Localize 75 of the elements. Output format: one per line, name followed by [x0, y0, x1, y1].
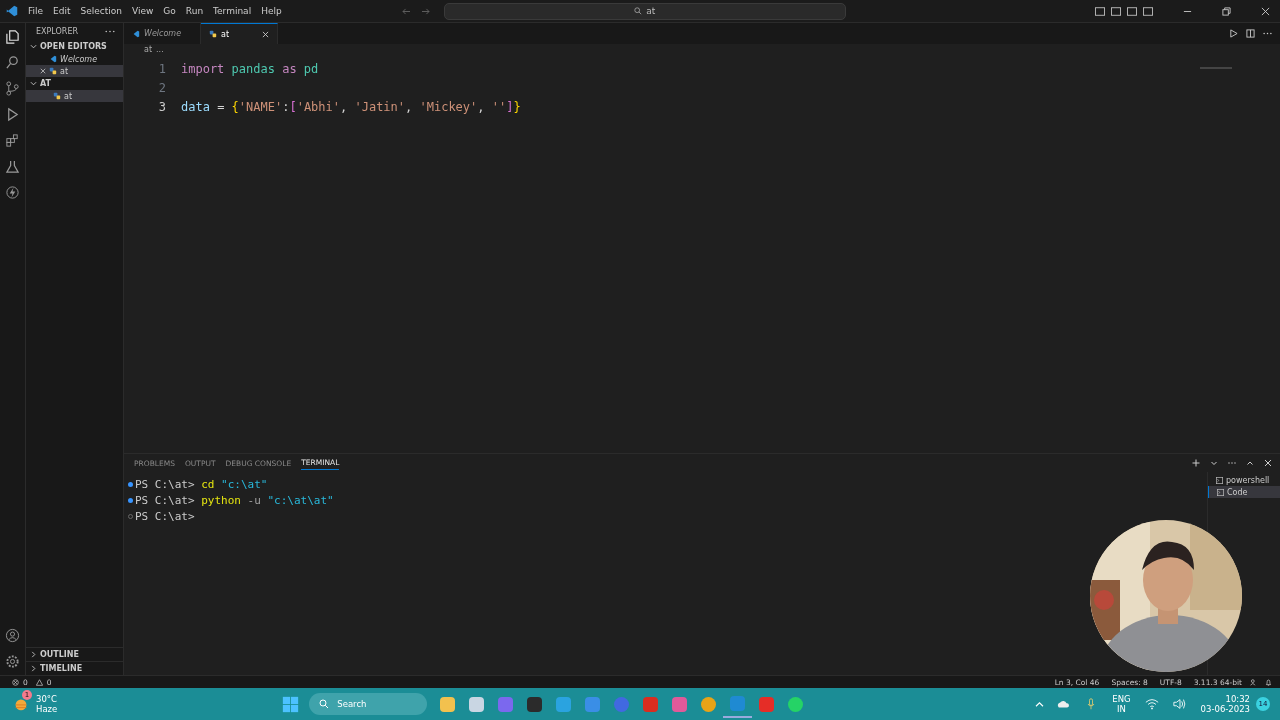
terminal-line: PS C:\at> python -u "c:\at\at": [135, 493, 334, 507]
search-icon: [634, 7, 643, 15]
wifi-icon[interactable]: [1144, 698, 1159, 710]
run-icon[interactable]: [1229, 29, 1238, 38]
search-icon[interactable]: [5, 55, 20, 70]
code-line: import pandas as pd: [181, 61, 319, 76]
explorer-title: EXPLORER: [36, 27, 78, 36]
section-header[interactable]: AT: [26, 77, 123, 90]
close-icon[interactable]: [1261, 6, 1270, 16]
temperature: 30°C: [36, 694, 58, 704]
section-title: OPEN EDITORS: [40, 42, 107, 51]
split-editor-icon[interactable]: [1246, 29, 1255, 38]
explorer-entry[interactable]: at: [26, 65, 123, 77]
breadcrumb-item[interactable]: ...: [156, 45, 164, 54]
line-number: 3: [157, 99, 166, 114]
close-icon[interactable]: [1264, 459, 1272, 467]
menu-item[interactable]: File: [28, 6, 44, 16]
terminal-list-item[interactable]: Code: [1208, 486, 1280, 498]
terminal-icon: [1216, 476, 1223, 484]
line-number: 2: [157, 80, 166, 95]
person-icon[interactable]: [1250, 678, 1257, 686]
error-icon[interactable]: [12, 678, 19, 686]
app-logo-icon: [6, 5, 18, 17]
section-title: AT: [40, 79, 52, 88]
clock[interactable]: 10:32 03-06-2023: [1200, 694, 1250, 714]
terminal-icon: [1217, 488, 1224, 496]
account-icon[interactable]: [5, 628, 20, 643]
explorer-entry[interactable]: Welcome: [26, 53, 123, 65]
menu-item[interactable]: View: [132, 6, 154, 16]
run-debug-icon[interactable]: [5, 107, 20, 122]
close-icon[interactable]: [40, 68, 46, 74]
weather-condition: Haze: [36, 704, 58, 714]
menu-item[interactable]: Terminal: [213, 6, 252, 16]
caret-icon[interactable]: [1210, 459, 1218, 467]
windows-start-icon[interactable]: [282, 695, 300, 713]
explorer-entry[interactable]: at: [26, 90, 123, 102]
cloud-icon[interactable]: [1056, 698, 1071, 710]
section-title: OUTLINE: [40, 650, 79, 659]
entry-label: at: [60, 66, 69, 76]
terminal-list-item[interactable]: powershell: [1208, 474, 1280, 486]
flask-icon[interactable]: [5, 159, 20, 174]
extensions-icon[interactable]: [5, 133, 20, 148]
speaker-icon[interactable]: [1172, 698, 1187, 710]
command-center[interactable]: at: [443, 2, 846, 20]
menu-item[interactable]: Go: [163, 6, 176, 16]
settings-icon[interactable]: [5, 654, 20, 669]
line-number: 1: [157, 61, 166, 76]
plus-icon[interactable]: [1192, 459, 1200, 467]
terminal-line: PS C:\at> cd "c:\at": [135, 477, 268, 491]
files-icon[interactable]: [5, 29, 20, 44]
restore-icon[interactable]: [1222, 6, 1231, 16]
section-header[interactable]: OPEN EDITORS: [26, 40, 123, 53]
entry-label: at: [64, 91, 73, 101]
forward-arrow-icon[interactable]: [420, 7, 430, 15]
search-icon: [319, 699, 330, 709]
close-icon[interactable]: [262, 30, 269, 38]
more-icon[interactable]: [105, 30, 115, 33]
menu-item[interactable]: Selection: [80, 6, 122, 16]
section-header[interactable]: OUTLINE: [26, 647, 123, 661]
terminal-line: PS C:\at>: [135, 509, 195, 523]
menu-item[interactable]: Run: [185, 6, 204, 16]
chevron-up-icon[interactable]: [1246, 459, 1254, 467]
back-arrow-icon[interactable]: [401, 7, 411, 15]
language-indicator[interactable]: ENG IN: [1112, 694, 1131, 714]
lightning-icon[interactable]: [5, 185, 20, 200]
menu-item[interactable]: Help: [261, 6, 282, 16]
bell-icon[interactable]: [1265, 678, 1272, 686]
entry-label: Welcome: [60, 54, 98, 64]
menu-item[interactable]: Edit: [53, 6, 71, 16]
source-control-icon[interactable]: [5, 81, 20, 96]
code-line: data = {'NAME':['Abhi', 'Jatin', 'Mickey', '']}: [181, 99, 521, 114]
warning-icon[interactable]: [35, 678, 43, 686]
breadcrumb-item[interactable]: at: [144, 45, 153, 54]
section-title: TIMELINE: [40, 664, 83, 673]
editor-tab[interactable]: at: [201, 23, 278, 44]
